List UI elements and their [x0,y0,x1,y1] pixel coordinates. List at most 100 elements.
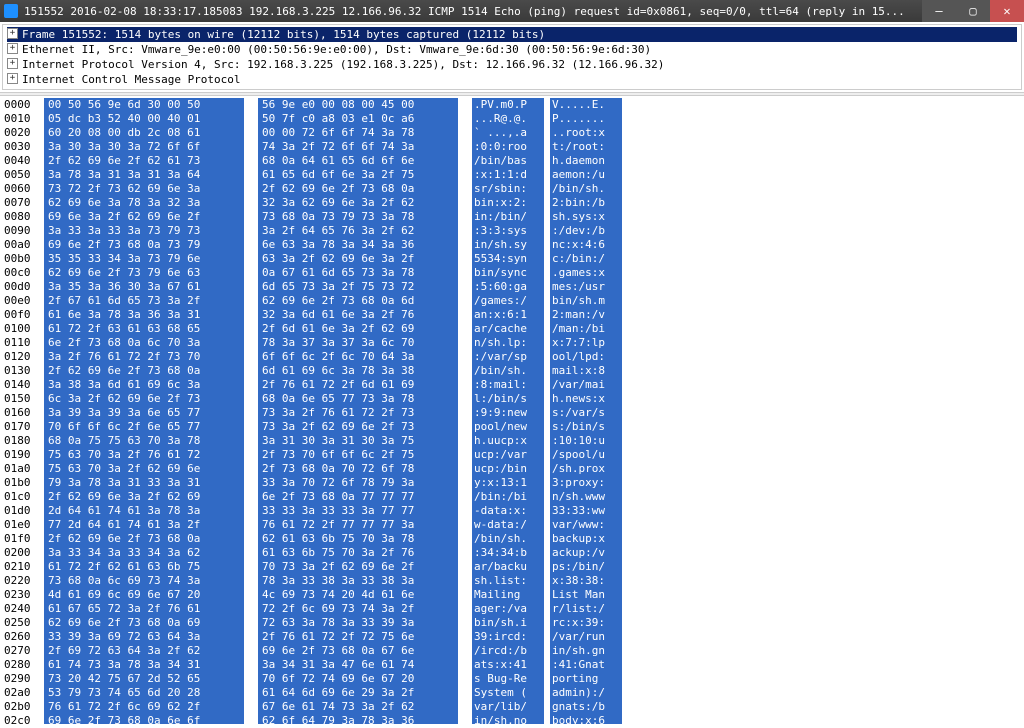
ascii-right: in/sh.gn [550,644,622,658]
hex-row[interactable]: 02a053 79 73 74 65 6d 20 28 61 64 6d 69 … [4,686,1020,700]
hex-row[interactable]: 02702f 69 72 63 64 3a 2f 62 69 6e 2f 73 … [4,644,1020,658]
hex-row[interactable]: 01c02f 62 69 6e 3a 2f 62 69 6e 2f 73 68 … [4,490,1020,504]
hex-row[interactable]: 00503a 78 3a 31 3a 31 3a 64 61 65 6d 6f … [4,168,1020,182]
hex-row[interactable]: 01a075 63 70 3a 2f 62 69 6e 2f 73 68 0a … [4,462,1020,476]
hex-row[interactable]: 00a069 6e 2f 73 68 0a 73 79 6e 63 3a 78 … [4,238,1020,252]
hex-row[interactable]: 01506c 3a 2f 62 69 6e 2f 73 68 0a 6e 65 … [4,392,1020,406]
packet-bytes-hex[interactable]: 000000 50 56 9e 6d 30 00 50 56 9e e0 00 … [0,96,1024,724]
packet-details-tree[interactable]: +Frame 151552: 1514 bytes on wire (12112… [2,24,1022,90]
hex-bytes-left: 76 61 72 2f 6c 69 62 2f [44,700,244,714]
hex-bytes-left: 62 69 6e 2f 73 79 6e 63 [44,266,244,280]
hex-row[interactable]: 000000 50 56 9e 6d 30 00 50 56 9e e0 00 … [4,98,1020,112]
hex-bytes-right: 2f 6d 61 6e 3a 2f 62 69 [258,322,458,336]
ascii-right: var/www: [550,518,622,532]
ascii-left: in:/bin/ [472,210,544,224]
hex-bytes-right: 2f 62 69 6e 2f 73 68 0a [258,182,458,196]
ascii-left: /ircd:/b [472,644,544,658]
hex-row[interactable]: 00903a 33 3a 33 3a 73 79 73 3a 2f 64 65 … [4,224,1020,238]
hex-offset: 0210 [4,560,44,574]
ascii-left: :34:34:b [472,546,544,560]
ascii-left: in/sh.sy [472,238,544,252]
hex-row[interactable]: 019075 63 70 3a 2f 76 61 72 2f 73 70 6f … [4,448,1020,462]
hex-row[interactable]: 00303a 30 3a 30 3a 72 6f 6f 74 3a 2f 72 … [4,140,1020,154]
hex-bytes-right: 69 6e 2f 73 68 0a 67 6e [258,644,458,658]
hex-bytes-right: 6e 63 3a 78 3a 34 3a 36 [258,238,458,252]
hex-offset: 0260 [4,630,44,644]
ascii-right: body:x:6 [550,714,622,724]
hex-row[interactable]: 01403a 38 3a 6d 61 69 6c 3a 2f 76 61 72 … [4,378,1020,392]
hex-row[interactable]: 01e077 2d 64 61 74 61 3a 2f 76 61 72 2f … [4,518,1020,532]
hex-row[interactable]: 01203a 2f 76 61 72 2f 73 70 6f 6f 6c 2f … [4,350,1020,364]
tree-row[interactable]: +Internet Control Message Protocol [7,72,1017,87]
hex-row[interactable]: 01106e 2f 73 68 0a 6c 70 3a 78 3a 37 3a … [4,336,1020,350]
hex-row[interactable]: 006073 72 2f 73 62 69 6e 3a 2f 62 69 6e … [4,182,1020,196]
hex-row[interactable]: 00c062 69 6e 2f 73 79 6e 63 0a 67 61 6d … [4,266,1020,280]
hex-row[interactable]: 00f061 6e 3a 78 3a 36 3a 31 32 3a 6d 61 … [4,308,1020,322]
expand-icon[interactable]: + [7,73,18,84]
hex-row[interactable]: 001005 dc b3 52 40 00 40 01 50 7f c0 a8 … [4,112,1020,126]
hex-bytes-left: 73 20 42 75 67 2d 52 65 [44,672,244,686]
hex-row[interactable]: 008069 6e 3a 2f 62 69 6e 2f 73 68 0a 73 … [4,210,1020,224]
hex-row[interactable]: 00402f 62 69 6e 2f 62 61 73 68 0a 64 61 … [4,154,1020,168]
hex-bytes-right: 61 64 6d 69 6e 29 3a 2f [258,686,458,700]
hex-bytes-right: 73 3a 2f 76 61 72 2f 73 [258,406,458,420]
hex-offset: 02c0 [4,714,44,724]
ascii-right: V.....E. [550,98,622,112]
tree-row[interactable]: +Ethernet II, Src: Vmware_9e:e0:00 (00:5… [7,42,1017,57]
hex-row[interactable]: 01b079 3a 78 3a 31 33 3a 31 33 3a 70 72 … [4,476,1020,490]
ascii-left: /bin:/bi [472,490,544,504]
hex-row[interactable]: 017070 6f 6f 6c 2f 6e 65 77 73 3a 2f 62 … [4,420,1020,434]
expand-icon[interactable]: + [7,43,18,54]
close-button[interactable]: ✕ [990,0,1024,22]
hex-row[interactable]: 002060 20 08 00 db 2c 08 61 00 00 72 6f … [4,126,1020,140]
hex-row[interactable]: 00d03a 35 3a 36 30 3a 67 61 6d 65 73 3a … [4,280,1020,294]
ascii-right: x:38:38: [550,574,622,588]
hex-offset: 0130 [4,364,44,378]
ascii-right: /var/mai [550,378,622,392]
ascii-left: 5534:syn [472,252,544,266]
ascii-left: ar/backu [472,560,544,574]
hex-row[interactable]: 02304d 61 69 6c 69 6e 67 20 4c 69 73 74 … [4,588,1020,602]
hex-bytes-right: 68 0a 64 61 65 6d 6f 6e [258,154,458,168]
hex-row[interactable]: 01603a 39 3a 39 3a 6e 65 77 73 3a 2f 76 … [4,406,1020,420]
tree-row[interactable]: +Internet Protocol Version 4, Src: 192.1… [7,57,1017,72]
ascii-right: gnats:/b [550,700,622,714]
hex-row[interactable]: 01302f 62 69 6e 2f 73 68 0a 6d 61 69 6c … [4,364,1020,378]
hex-bytes-right: 6e 2f 73 68 0a 77 77 77 [258,490,458,504]
hex-bytes-left: 61 6e 3a 78 3a 36 3a 31 [44,308,244,322]
minimize-button[interactable]: — [922,0,956,22]
hex-offset: 0160 [4,406,44,420]
hex-row[interactable]: 02c069 6e 2f 73 68 0a 6e 6f 62 6f 64 79 … [4,714,1020,724]
hex-bytes-left: 2f 69 72 63 64 3a 2f 62 [44,644,244,658]
hex-bytes-left: 73 72 2f 73 62 69 6e 3a [44,182,244,196]
hex-row[interactable]: 026033 39 3a 69 72 63 64 3a 2f 76 61 72 … [4,630,1020,644]
hex-row[interactable]: 00e02f 67 61 6d 65 73 3a 2f 62 69 6e 2f … [4,294,1020,308]
hex-row[interactable]: 022073 68 0a 6c 69 73 74 3a 78 3a 33 38 … [4,574,1020,588]
hex-offset: 0150 [4,392,44,406]
hex-row[interactable]: 02b076 61 72 2f 6c 69 62 2f 67 6e 61 74 … [4,700,1020,714]
hex-row[interactable]: 01d02d 64 61 74 61 3a 78 3a 33 33 3a 33 … [4,504,1020,518]
hex-row[interactable]: 028061 74 73 3a 78 3a 34 31 3a 34 31 3a … [4,658,1020,672]
hex-row[interactable]: 029073 20 42 75 67 2d 52 65 70 6f 72 74 … [4,672,1020,686]
hex-row[interactable]: 025062 69 6e 2f 73 68 0a 69 72 63 3a 78 … [4,616,1020,630]
maximize-button[interactable]: ▢ [956,0,990,22]
hex-bytes-left: 69 6e 3a 2f 62 69 6e 2f [44,210,244,224]
ascii-right: /sh.prox [550,462,622,476]
hex-offset: 0280 [4,658,44,672]
hex-row[interactable]: 018068 0a 75 75 63 70 3a 78 3a 31 30 3a … [4,434,1020,448]
expand-icon[interactable]: + [7,58,18,69]
expand-icon[interactable]: + [7,28,18,39]
ascii-right: s:/var/s [550,406,622,420]
hex-row[interactable]: 010061 72 2f 63 61 63 68 65 2f 6d 61 6e … [4,322,1020,336]
hex-row[interactable]: 021061 72 2f 62 61 63 6b 75 70 73 3a 2f … [4,560,1020,574]
hex-offset: 0050 [4,168,44,182]
hex-row[interactable]: 00b035 35 33 34 3a 73 79 6e 63 3a 2f 62 … [4,252,1020,266]
tree-row[interactable]: +Frame 151552: 1514 bytes on wire (12112… [7,27,1017,42]
hex-bytes-left: 3a 39 3a 39 3a 6e 65 77 [44,406,244,420]
hex-row[interactable]: 007062 69 6e 3a 78 3a 32 3a 32 3a 62 69 … [4,196,1020,210]
window-title: 151552 2016-02-08 18:33:17.185083 192.16… [24,5,922,18]
hex-bytes-left: 60 20 08 00 db 2c 08 61 [44,126,244,140]
hex-row[interactable]: 02003a 33 34 3a 33 34 3a 62 61 63 6b 75 … [4,546,1020,560]
hex-row[interactable]: 01f02f 62 69 6e 2f 73 68 0a 62 61 63 6b … [4,532,1020,546]
hex-row[interactable]: 024061 67 65 72 3a 2f 76 61 72 2f 6c 69 … [4,602,1020,616]
